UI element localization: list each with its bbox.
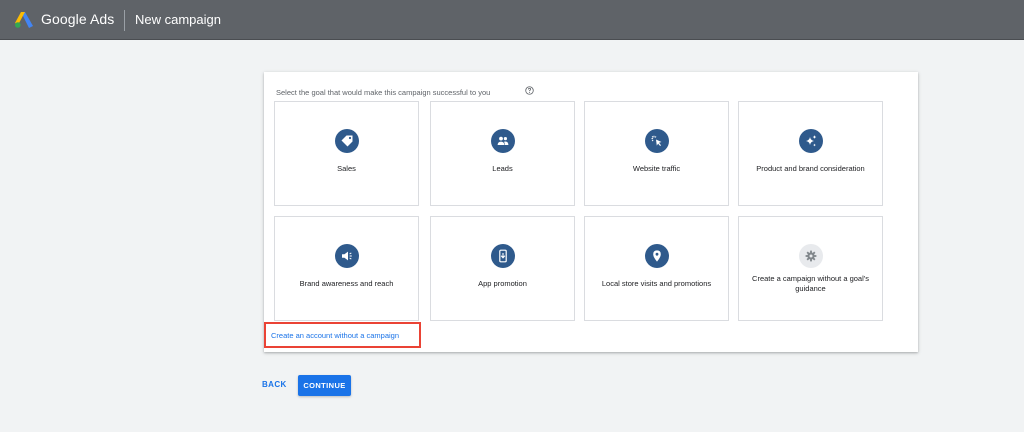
goal-tile-brand-awareness-reach[interactable]: Brand awareness and reach (274, 216, 419, 321)
page-title: New campaign (135, 12, 221, 27)
goal-label: Brand awareness and reach (299, 279, 394, 288)
megaphone-icon (335, 244, 359, 268)
phone-download-icon (491, 244, 515, 268)
cursor-click-icon (645, 129, 669, 153)
back-button[interactable]: BACK (262, 380, 287, 389)
goal-label: Product and brand consideration (756, 164, 865, 173)
goal-selection-card: Select the goal that would make this cam… (264, 72, 918, 352)
continue-button[interactable]: CONTINUE (298, 375, 351, 396)
goal-label: Leads (492, 164, 513, 173)
goal-label: App promotion (478, 279, 527, 288)
header-divider (124, 10, 125, 31)
goal-tile-no-goal-guidance[interactable]: Create a campaign without a goal's guida… (738, 216, 883, 321)
goal-label: Sales (337, 164, 356, 173)
goal-tile-website-traffic[interactable]: Website traffic (584, 101, 729, 206)
help-circle-icon[interactable] (525, 86, 534, 95)
app-name: Google Ads (41, 11, 115, 27)
goal-tile-product-brand-consideration[interactable]: Product and brand consideration (738, 101, 883, 206)
location-pin-icon (645, 244, 669, 268)
goal-tile-local-store-visits[interactable]: Local store visits and promotions (584, 216, 729, 321)
create-account-without-campaign-link[interactable]: Create an account without a campaign (271, 331, 399, 340)
goal-label: Local store visits and promotions (601, 279, 712, 288)
goal-tile-leads[interactable]: Leads (430, 101, 575, 206)
goal-prompt: Select the goal that would make this cam… (276, 88, 491, 97)
goal-tile-app-promotion[interactable]: App promotion (430, 216, 575, 321)
goal-label: Website traffic (632, 164, 681, 173)
top-app-bar: Google Ads New campaign (0, 0, 1024, 40)
goal-label: Create a campaign without a goal's guida… (752, 274, 869, 293)
gear-icon (799, 244, 823, 268)
google-ads-logo-icon[interactable] (15, 12, 33, 28)
tag-icon (335, 129, 359, 153)
sparkle-icon (799, 129, 823, 153)
people-icon (491, 129, 515, 153)
goal-tile-sales[interactable]: Sales (274, 101, 419, 206)
